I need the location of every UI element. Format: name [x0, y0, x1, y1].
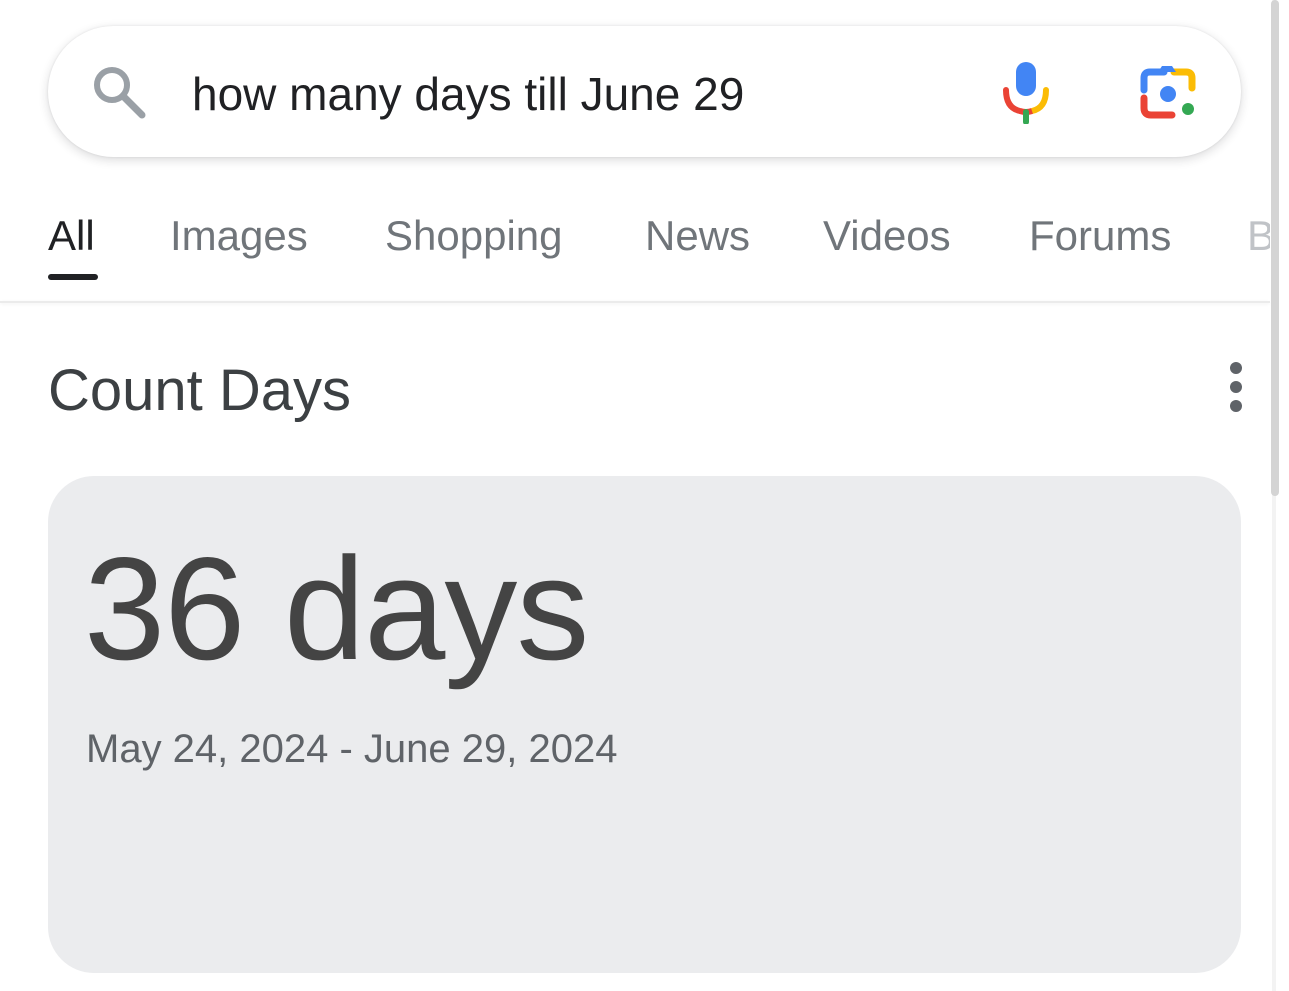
days-count: 36 days: [84, 527, 589, 690]
scrollbar-thumb[interactable]: [1271, 0, 1279, 496]
tabs-divider: [0, 301, 1270, 303]
tab-news[interactable]: News: [645, 210, 750, 262]
search-results-page: how many days till June 29 All Images Sh…: [0, 0, 1289, 991]
more-vertical-icon[interactable]: [1222, 360, 1250, 416]
active-tab-indicator: [48, 274, 98, 280]
tab-videos[interactable]: Videos: [823, 210, 951, 262]
camera-lens-icon[interactable]: [1138, 64, 1200, 122]
tab-shopping[interactable]: Shopping: [385, 210, 563, 262]
tab-forums[interactable]: Forums: [1029, 210, 1171, 262]
tab-books-partial[interactable]: Bo: [1247, 210, 1270, 262]
date-range: May 24, 2024 - June 29, 2024: [86, 727, 618, 771]
tab-images[interactable]: Images: [170, 210, 308, 262]
search-tabs: All Images Shopping News Videos Forums B…: [0, 190, 1270, 302]
mic-icon[interactable]: [1000, 60, 1052, 124]
search-input[interactable]: how many days till June 29: [192, 64, 744, 124]
search-icon[interactable]: [90, 63, 148, 121]
section-title: Count Days: [48, 358, 352, 423]
tab-all[interactable]: All: [48, 210, 95, 262]
